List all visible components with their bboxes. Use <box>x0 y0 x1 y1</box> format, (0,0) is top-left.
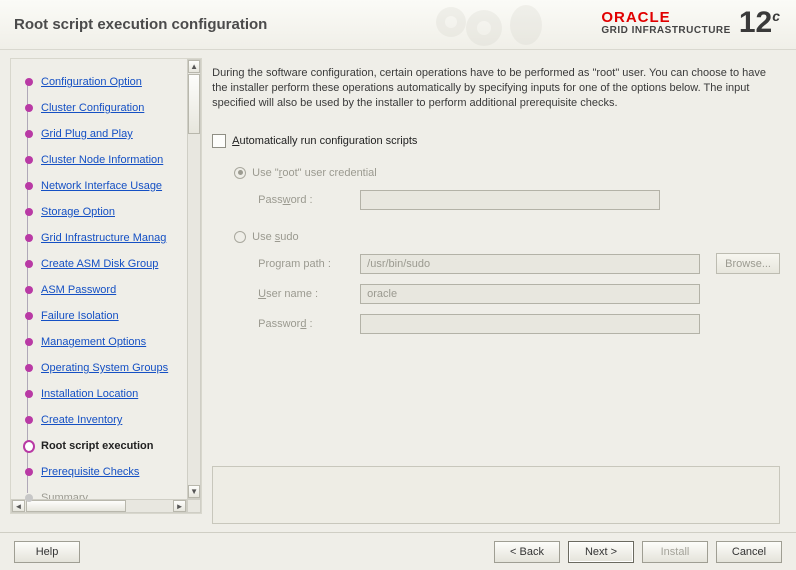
step-bullet-icon <box>25 468 33 476</box>
step-bullet-icon <box>25 390 33 398</box>
wizard-step-label: Management Options <box>41 336 146 348</box>
scroll-thumb[interactable] <box>26 500 126 512</box>
program-path-input[interactable] <box>360 254 700 274</box>
use-root-label: Use "root" user credential <box>252 167 377 179</box>
wizard-step-label: Network Interface Usage <box>41 180 162 192</box>
step-bullet-icon <box>25 442 33 451</box>
brand-name: ORACLE <box>601 10 731 26</box>
wizard-step-label: Cluster Node Information <box>41 154 163 166</box>
step-bullet-icon <box>25 104 33 112</box>
wizard-step-label: Installation Location <box>41 388 138 400</box>
sidebar-horizontal-scrollbar[interactable]: ◄ ► <box>11 499 187 513</box>
scroll-right-button[interactable]: ► <box>173 500 186 512</box>
decorative-gears-icon <box>426 0 566 50</box>
use-sudo-label: Use sudo <box>252 231 298 243</box>
wizard-step[interactable]: Grid Infrastructure Manag <box>25 225 201 251</box>
wizard-step-label: Failure Isolation <box>41 310 119 322</box>
step-bullet-icon <box>25 494 33 502</box>
wizard-step-label: ASM Password <box>41 284 116 296</box>
step-bullet-icon <box>25 312 33 320</box>
wizard-step-label: Create Inventory <box>41 414 122 426</box>
help-button[interactable]: Help <box>14 541 80 563</box>
brand-subtitle: GRID INFRASTRUCTURE <box>601 26 731 37</box>
step-bullet-icon <box>25 234 33 242</box>
step-bullet-icon <box>25 182 33 190</box>
wizard-step-label: Create ASM Disk Group <box>41 258 158 270</box>
step-bullet-icon <box>25 338 33 346</box>
wizard-step-label: Storage Option <box>41 206 115 218</box>
wizard-step[interactable]: Cluster Node Information <box>25 147 201 173</box>
user-name-label: User name : <box>258 288 350 300</box>
page-title: Root script execution configuration <box>14 16 267 33</box>
back-button[interactable]: < Back <box>494 541 560 563</box>
step-bullet-icon <box>25 416 33 424</box>
use-sudo-radio[interactable] <box>234 231 246 243</box>
step-bullet-icon <box>25 260 33 268</box>
wizard-step[interactable]: Storage Option <box>25 199 201 225</box>
program-path-label: Program path : <box>258 258 350 270</box>
cancel-button[interactable]: Cancel <box>716 541 782 563</box>
auto-run-label-text: utomatically run configuration scripts <box>239 135 417 147</box>
step-bullet-icon <box>25 364 33 372</box>
wizard-step[interactable]: Management Options <box>25 329 201 355</box>
brand-version: 12c <box>739 6 780 40</box>
wizard-step[interactable]: Create ASM Disk Group <box>25 251 201 277</box>
wizard-step[interactable]: Configuration Option <box>25 69 201 95</box>
browse-button[interactable]: Browse... <box>716 253 780 274</box>
footer: Help < Back Next > Install Cancel <box>0 532 796 570</box>
use-root-radio[interactable] <box>234 167 246 179</box>
sudo-password-label: Password : <box>258 318 350 330</box>
wizard-step-label: Configuration Option <box>41 76 142 88</box>
wizard-step-label: Grid Infrastructure Manag <box>41 232 166 244</box>
message-area <box>212 466 780 524</box>
sidebar-vertical-scrollbar[interactable]: ▲ ▼ <box>187 59 201 499</box>
auto-run-checkbox[interactable] <box>212 134 226 148</box>
brand: ORACLE GRID INFRASTRUCTURE 12c <box>601 6 780 40</box>
main-panel: During the software configuration, certa… <box>202 50 796 532</box>
wizard-step[interactable]: Network Interface Usage <box>25 173 201 199</box>
wizard-step[interactable]: Operating System Groups <box>25 355 201 381</box>
scroll-left-button[interactable]: ◄ <box>12 500 25 512</box>
scroll-up-button[interactable]: ▲ <box>188 60 200 73</box>
wizard-step-label: Cluster Configuration <box>41 102 144 114</box>
step-bullet-icon <box>25 208 33 216</box>
step-bullet-icon <box>25 286 33 294</box>
scroll-thumb[interactable] <box>188 74 200 134</box>
wizard-step-label: Root script execution <box>41 440 153 452</box>
step-bullet-icon <box>25 78 33 86</box>
wizard-step[interactable]: ASM Password <box>25 277 201 303</box>
install-button[interactable]: Install <box>642 541 708 563</box>
wizard-steps-sidebar: Configuration Option Cluster Configuratio… <box>0 50 202 528</box>
step-bullet-icon <box>25 130 33 138</box>
scrollbar-corner <box>187 499 201 513</box>
wizard-step[interactable]: Grid Plug and Play <box>25 121 201 147</box>
wizard-step[interactable]: Root script execution <box>25 433 201 459</box>
wizard-step-label: Prerequisite Checks <box>41 466 139 478</box>
wizard-step[interactable]: Prerequisite Checks <box>25 459 201 485</box>
wizard-step[interactable]: Failure Isolation <box>25 303 201 329</box>
scroll-down-button[interactable]: ▼ <box>188 485 200 498</box>
wizard-step-label: Operating System Groups <box>41 362 168 374</box>
sudo-password-input[interactable] <box>360 314 700 334</box>
next-button[interactable]: Next > <box>568 541 634 563</box>
wizard-step[interactable]: Create Inventory <box>25 407 201 433</box>
intro-text: During the software configuration, certa… <box>212 66 780 111</box>
header: Root script execution configuration ORAC… <box>0 0 796 50</box>
auto-run-label: Automatically run configuration scripts <box>232 135 417 147</box>
wizard-step[interactable]: Installation Location <box>25 381 201 407</box>
wizard-step-label: Grid Plug and Play <box>41 128 133 140</box>
wizard-step[interactable]: Cluster Configuration <box>25 95 201 121</box>
root-password-input[interactable] <box>360 190 660 210</box>
root-password-label: Password : <box>258 194 350 206</box>
step-bullet-icon <box>25 156 33 164</box>
user-name-input[interactable] <box>360 284 700 304</box>
